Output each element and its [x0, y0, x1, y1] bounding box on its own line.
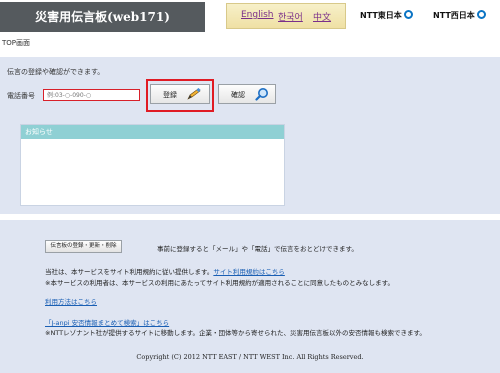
intro-text: 伝言の登録や確認ができます。	[7, 68, 105, 76]
confirm-button[interactable]: 確認	[218, 84, 276, 104]
magnifier-icon	[255, 88, 268, 101]
register-button[interactable]: 登録	[150, 84, 210, 104]
ntt-logo-icon	[403, 10, 413, 19]
ntt-east-label: NTT東日本	[360, 11, 402, 20]
breadcrumb: TOP画面	[2, 39, 31, 47]
notice-title: お知らせ	[21, 125, 284, 139]
notice-box: お知らせ	[20, 124, 285, 206]
header: 災害用伝言板(web171) English 한국어 中文 NTT東日本 NTT…	[0, 0, 500, 34]
janpi-note: ※NTTレゾナント社が提供するサイトに移動します。企業・団体等から寄せられた、災…	[45, 329, 426, 337]
janpi-link[interactable]: 「J-anpi 安否情報まとめて検索」はこちら	[45, 317, 169, 327]
howto-link[interactable]: 利用方法はこちら	[45, 296, 97, 306]
terms-link[interactable]: サイト利用規約はこちら	[213, 268, 285, 276]
prereg-button[interactable]: 伝言板の登録・更新・削除	[45, 240, 122, 253]
phone-number-input[interactable]	[43, 89, 140, 101]
phone-label: 電話番号	[7, 92, 35, 100]
language-switcher: English 한국어 中文	[226, 3, 346, 29]
prereg-text: 事前に登録すると「メール」や「電話」で伝言をおとどけできます。	[157, 245, 358, 253]
pencil-icon	[187, 88, 201, 100]
ntt-logo-icon	[476, 10, 486, 19]
confirm-label: 確認	[231, 91, 245, 99]
terms-text: 当社は、本サービスをサイト利用規約に従い提供します。	[45, 268, 214, 276]
ntt-west-logo[interactable]: NTT西日本	[433, 10, 486, 21]
terms-note: ※本サービスの利用者は、本サービスの利用にあたってサイト利用規約が適用されること…	[45, 279, 394, 287]
ntt-east-logo[interactable]: NTT東日本	[360, 10, 413, 21]
copyright: Copyright (C) 2012 NTT EAST / NTT WEST I…	[136, 353, 364, 361]
register-label: 登録	[163, 91, 177, 99]
site-title: 災害用伝言板(web171)	[0, 2, 205, 32]
ntt-west-label: NTT西日本	[433, 11, 475, 20]
lang-chinese-link[interactable]: 中文	[313, 10, 331, 23]
terms-line: 当社は、本サービスをサイト利用規約に従い提供します。サイト利用規約はこちら	[45, 266, 285, 276]
footer-panel: 伝言板の登録・更新・削除 事前に登録すると「メール」や「電話」で伝言をおとどけで…	[0, 220, 500, 373]
main-panel: 伝言の登録や確認ができます。 電話番号 登録 確認 お知らせ	[0, 57, 500, 214]
lang-english-link[interactable]: English	[241, 10, 274, 20]
lang-korean-link[interactable]: 한국어	[278, 10, 303, 23]
